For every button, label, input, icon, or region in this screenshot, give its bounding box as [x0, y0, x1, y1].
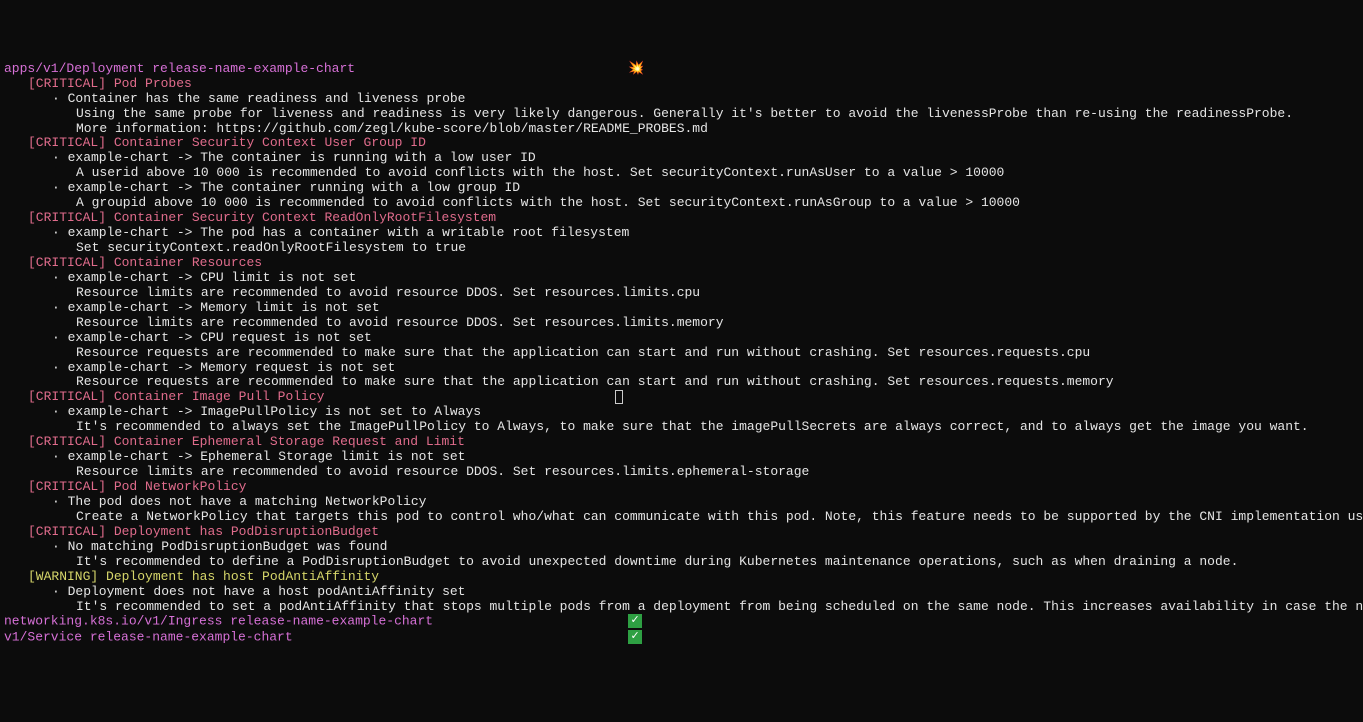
check-title: Pod Probes: [114, 76, 192, 91]
resource-header: v1/Service release-name-example-chart ✓: [4, 630, 1359, 645]
check-header: [WARNING] Deployment has host PodAntiAff…: [4, 570, 1359, 585]
resource-header: apps/v1/Deployment release-name-example-…: [4, 62, 1359, 77]
check-title: Deployment has host PodAntiAffinity: [106, 569, 379, 584]
issue-detail: Using the same probe for liveness and re…: [4, 107, 1359, 122]
check-level: [CRITICAL]: [28, 135, 114, 150]
check-header: [CRITICAL] Container Image Pull Policy: [4, 390, 1359, 405]
check-header: [CRITICAL] Container Resources: [4, 256, 1359, 271]
check-header: [CRITICAL] Deployment has PodDisruptionB…: [4, 525, 1359, 540]
issue-detail: Resource requests are recommended to mak…: [4, 375, 1359, 390]
check-title: Container Security Context User Group ID: [114, 135, 426, 150]
issue-summary: · The pod does not have a matching Netwo…: [4, 495, 1359, 510]
issue-detail: It's recommended to always set the Image…: [4, 420, 1359, 435]
issue-detail: It's recommended to define a PodDisrupti…: [4, 555, 1359, 570]
issue-summary: · example-chart -> CPU request is not se…: [4, 331, 1359, 346]
issue-summary: · example-chart -> The container running…: [4, 181, 1359, 196]
check-level: [CRITICAL]: [28, 76, 114, 91]
check-level: [CRITICAL]: [28, 255, 114, 270]
issue-detail: Resource limits are recommended to avoid…: [4, 286, 1359, 301]
issue-detail: Create a NetworkPolicy that targets this…: [4, 510, 1359, 525]
issue-detail: A groupid above 10 000 is recommended to…: [4, 196, 1359, 211]
issue-detail: More information: https://github.com/zeg…: [4, 122, 1359, 137]
check-title: Pod NetworkPolicy: [114, 479, 247, 494]
check-level: [WARNING]: [28, 569, 106, 584]
check-title: Container Image Pull Policy: [114, 389, 325, 404]
issue-summary: · example-chart -> Memory request is not…: [4, 361, 1359, 376]
check-level: [CRITICAL]: [28, 479, 114, 494]
issue-summary: · No matching PodDisruptionBudget was fo…: [4, 540, 1359, 555]
check-title: Deployment has PodDisruptionBudget: [114, 524, 379, 539]
check-header: [CRITICAL] Pod NetworkPolicy: [4, 480, 1359, 495]
issue-summary: · example-chart -> The pod has a contain…: [4, 226, 1359, 241]
resource-name: release-name-example-chart: [230, 614, 433, 629]
issue-detail: Resource limits are recommended to avoid…: [4, 316, 1359, 331]
issue-detail: Resource limits are recommended to avoid…: [4, 465, 1359, 480]
issue-summary: · example-chart -> CPU limit is not set: [4, 271, 1359, 286]
resource-kind: apps/v1/Deployment: [4, 61, 152, 76]
check-header: [CRITICAL] Pod Probes: [4, 77, 1359, 92]
issue-detail: Set securityContext.readOnlyRootFilesyst…: [4, 241, 1359, 256]
check-header: [CRITICAL] Container Security Context Re…: [4, 211, 1359, 226]
check-title: Container Ephemeral Storage Request and …: [114, 434, 465, 449]
check-level: [CRITICAL]: [28, 389, 114, 404]
check-header: [CRITICAL] Container Ephemeral Storage R…: [4, 435, 1359, 450]
issue-detail: It's recommended to set a podAntiAffinit…: [4, 600, 1359, 615]
issue-detail: A userid above 10 000 is recommended to …: [4, 166, 1359, 181]
issue-summary: · Container has the same readiness and l…: [4, 92, 1359, 107]
check-icon: ✓: [628, 630, 642, 644]
issue-summary: · example-chart -> The container is runn…: [4, 151, 1359, 166]
issue-detail: Resource requests are recommended to mak…: [4, 346, 1359, 361]
check-title: Container Security Context ReadOnlyRootF…: [114, 210, 496, 225]
check-level: [CRITICAL]: [28, 434, 114, 449]
resource-name: release-name-example-chart: [90, 629, 293, 644]
check-header: [CRITICAL] Container Security Context Us…: [4, 136, 1359, 151]
issue-summary: · example-chart -> Ephemeral Storage lim…: [4, 450, 1359, 465]
resource-header: networking.k8s.io/v1/Ingress release-nam…: [4, 614, 1359, 629]
terminal-output: apps/v1/Deployment release-name-example-…: [4, 62, 1359, 645]
check-level: [CRITICAL]: [28, 524, 114, 539]
check-title: Container Resources: [114, 255, 262, 270]
issue-summary: · example-chart -> ImagePullPolicy is no…: [4, 405, 1359, 420]
issue-summary: · example-chart -> Memory limit is not s…: [4, 301, 1359, 316]
resource-kind: networking.k8s.io/v1/Ingress: [4, 614, 230, 629]
resource-kind: v1/Service: [4, 629, 90, 644]
check-icon: ✓: [628, 614, 642, 628]
check-level: [CRITICAL]: [28, 210, 114, 225]
cursor-icon: [615, 390, 623, 404]
resource-name: release-name-example-chart: [152, 61, 355, 76]
explosion-icon: 💥: [628, 61, 644, 76]
